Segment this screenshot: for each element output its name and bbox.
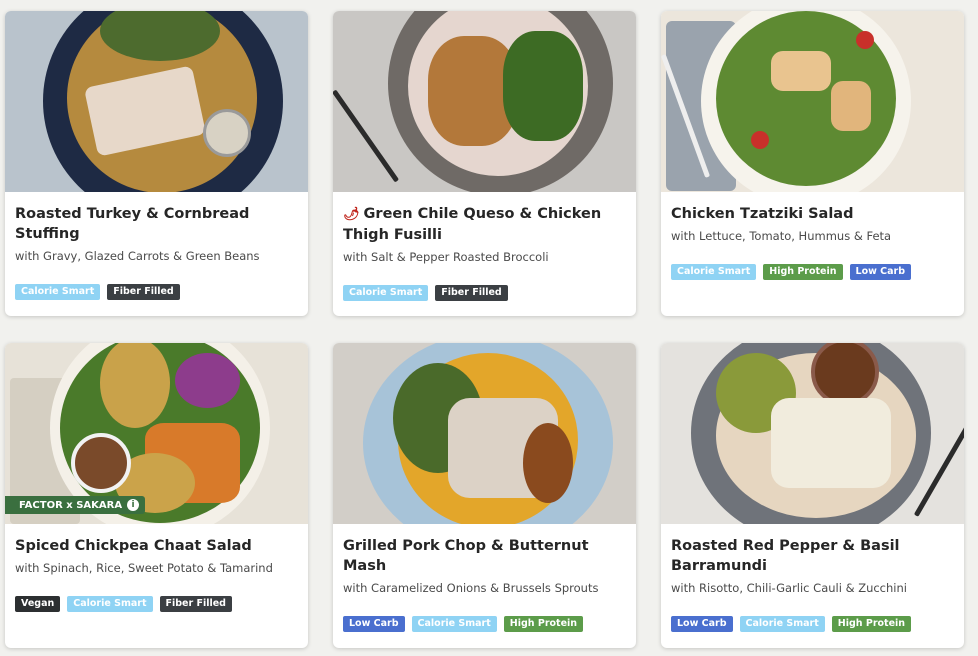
meal-card[interactable]: Grilled Pork Chop & Butternut Mash with … [333,343,636,648]
tag-calorie-smart: Calorie Smart [15,284,101,300]
tag-calorie-smart: Calorie Smart [671,264,757,280]
meal-grid: Roasted Turkey & Cornbread Stuffing with… [0,0,978,656]
tag-calorie-smart: Calorie Smart [739,616,825,632]
meal-image [333,343,636,524]
meal-subtitle: with Risotto, Chili-Garlic Cauli & Zucch… [671,581,907,595]
meal-subtitle: with Spinach, Rice, Sweet Potato & Tamar… [15,561,273,575]
tag-list: Calorie Smart Fiber Filled [343,285,626,301]
meal-title: Grilled Pork Chop & Butternut Mash [343,538,589,574]
meal-image: FACTOR x SAKARA i [5,343,308,524]
tag-high-protein: High Protein [503,616,584,632]
tag-low-carb: Low Carb [343,616,405,632]
tag-calorie-smart: Calorie Smart [343,285,429,301]
tag-fiber-filled: Fiber Filled [107,284,180,300]
meal-image [661,11,964,192]
meal-image [333,11,636,192]
tag-low-carb: Low Carb [849,264,912,280]
tag-list: Calorie Smart High Protein Low Carb [671,264,954,280]
meal-image [5,11,308,192]
meal-title: 🌶 Green Chile Queso & Chicken Thigh Fusil… [343,204,626,245]
meal-card[interactable]: Roasted Turkey & Cornbread Stuffing with… [5,11,308,316]
tag-list: Low Carb Calorie Smart High Protein [343,616,626,632]
meal-title: Roasted Turkey & Cornbread Stuffing [15,206,250,242]
meal-card[interactable]: Roasted Red Pepper & Basil Barramundi wi… [661,343,964,648]
meal-card[interactable]: 🌶 Green Chile Queso & Chicken Thigh Fusil… [333,11,636,316]
tag-calorie-smart: Calorie Smart [411,616,497,632]
meal-subtitle: with Gravy, Glazed Carrots & Green Beans [15,249,260,263]
tag-calorie-smart: Calorie Smart [67,596,153,612]
collaboration-badge[interactable]: FACTOR x SAKARA i [5,496,146,514]
tag-high-protein: High Protein [831,616,912,632]
tag-vegan: Vegan [15,596,61,612]
meal-subtitle: with Caramelized Onions & Brussels Sprou… [343,581,599,595]
meal-title: Roasted Red Pepper & Basil Barramundi [671,538,900,574]
chili-pepper-icon: 🌶 [343,207,360,222]
meal-title: Spiced Chickpea Chaat Salad [15,538,252,554]
meal-card[interactable]: Chicken Tzatziki Salad with Lettuce, Tom… [661,11,964,316]
meal-image [661,343,964,524]
meal-subtitle: with Lettuce, Tomato, Hummus & Feta [671,229,892,243]
tag-fiber-filled: Fiber Filled [435,285,508,301]
tag-low-carb: Low Carb [671,616,733,632]
meal-subtitle: with Salt & Pepper Roasted Broccoli [343,250,549,264]
info-icon[interactable]: i [127,499,140,511]
badge-label: FACTOR x SAKARA [19,499,123,511]
meal-title-text: Green Chile Queso & Chicken Thigh Fusill… [343,206,602,243]
tag-list: Vegan Calorie Smart Fiber Filled [15,596,298,612]
tag-high-protein: High Protein [763,264,843,280]
meal-card[interactable]: FACTOR x SAKARA i Spiced Chickpea Chaat … [5,343,308,648]
meal-title: Chicken Tzatziki Salad [671,206,854,222]
tag-fiber-filled: Fiber Filled [159,596,232,612]
tag-list: Low Carb Calorie Smart High Protein [671,616,954,632]
tag-list: Calorie Smart Fiber Filled [15,284,298,300]
